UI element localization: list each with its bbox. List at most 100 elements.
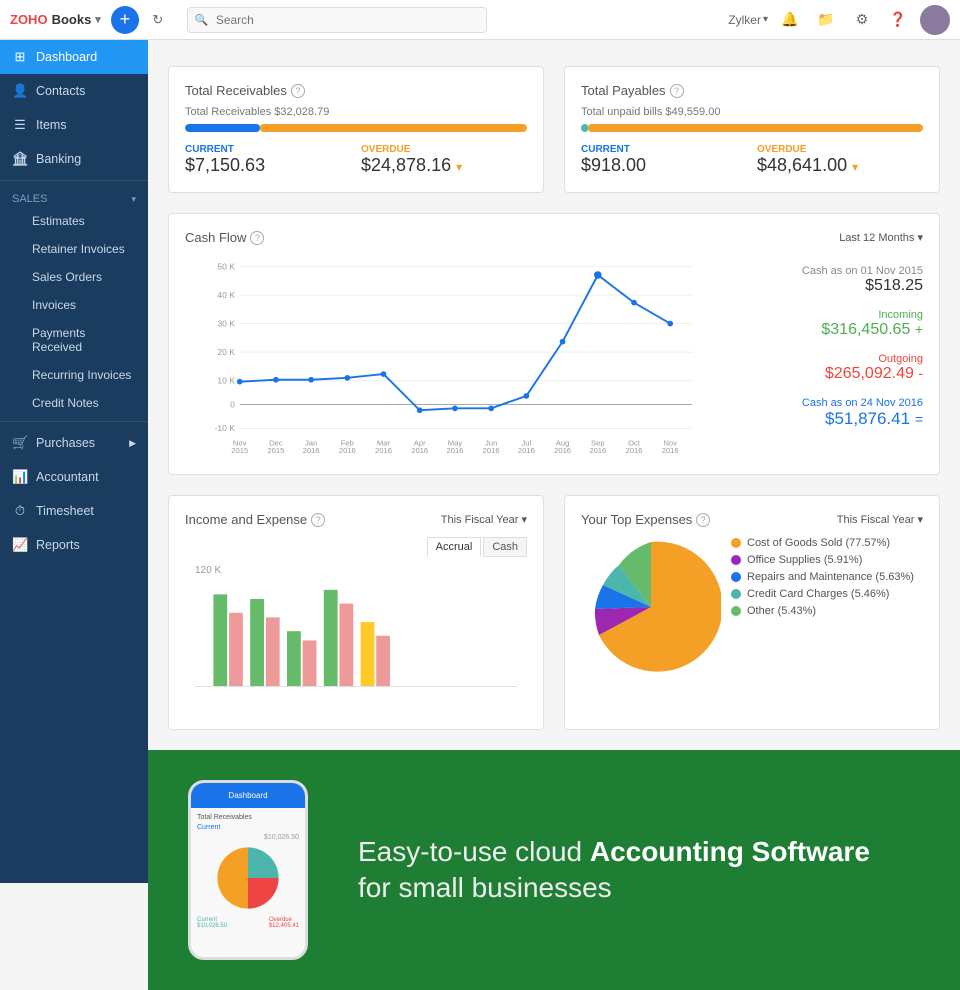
sidebar-item-estimates[interactable]: Estimates [20,207,148,235]
sales-section-header[interactable]: Sales ▾ [0,185,148,207]
legend-label-2: Repairs and Maintenance (5.63%) [747,571,914,583]
search-container: 🔍 [187,7,487,33]
sidebar-item-retainer-invoices[interactable]: Retainer Invoices [20,235,148,263]
svg-text:2016: 2016 [518,446,535,455]
svg-text:2015: 2015 [231,446,248,455]
receivables-progress-current [185,124,260,132]
user-label[interactable]: Zylker ▾ [728,6,768,34]
avatar[interactable] [920,5,950,35]
cashflow-filter-arrow: ▾ [917,232,923,244]
help-icon[interactable]: ❓ [884,6,912,34]
cashflow-outgoing-label: Outgoing [743,353,923,365]
sidebar-item-label: Accountant [36,470,99,484]
cashflow-card: Cash Flow ? Last 12 Months ▾ 50 K 40 K 3… [168,213,940,475]
sidebar-item-contacts[interactable]: 👤 Contacts [0,74,148,108]
cashflow-final: Cash as on 24 Nov 2016 $51,876.41 = [743,397,923,429]
receivables-overdue-label: OVERDUE [361,144,527,155]
promo-line2: for small businesses [358,872,870,904]
cashflow-final-value: $51,876.41 = [743,409,923,429]
sidebar: ⊞ Dashboard 👤 Contacts ☰ Items 🏦 Banking… [0,40,148,883]
sidebar-item-accountant[interactable]: 📊 Accountant [0,460,148,494]
svg-text:2016: 2016 [339,446,356,455]
refresh-icon[interactable]: ↻ [144,6,172,34]
dashboard-icon: ⊞ [12,49,28,65]
sidebar-item-dashboard[interactable]: ⊞ Dashboard [0,40,148,74]
estimates-label: Estimates [32,214,85,228]
income-expense-svg [195,580,517,710]
payables-overdue-value: $48,641.00 ▾ [757,155,923,176]
cashflow-opening-value: $518.25 [743,277,923,295]
receivables-metrics: CURRENT $7,150.63 OVERDUE $24,878.16 ▾ [185,144,527,176]
legend-label-1: Office Supplies (5.91%) [747,554,862,566]
reports-icon: 📈 [12,537,28,553]
cashflow-body: 50 K 40 K 30 K 20 K 10 K 0 -10 K [185,255,923,458]
receivables-overdue: OVERDUE $24,878.16 ▾ [361,144,527,176]
top-expenses-pie [581,537,721,677]
purchases-arrow: ▶ [129,438,136,449]
cashflow-filter[interactable]: Last 12 Months ▾ [839,231,923,244]
payables-overdue-arrow[interactable]: ▾ [852,160,858,174]
top-nav: ZOHO Books ▾ + ↻ 🔍 Zylker ▾ 🔔 📁 ⚙ ❓ [0,0,960,40]
sidebar-item-credit-notes[interactable]: Credit Notes [20,389,148,417]
cashflow-opening: Cash as on 01 Nov 2015 $518.25 [743,265,923,295]
phone-mockup: Dashboard Total Receivables Current $10,… [188,780,328,960]
payables-info-icon[interactable]: ? [670,84,684,98]
settings-icon[interactable]: ⚙ [848,6,876,34]
legend-dot-2 [731,572,741,582]
svg-text:2016: 2016 [589,446,606,455]
cashflow-final-label: Cash as on 24 Nov 2016 [743,397,923,409]
legend-dot-4 [731,606,741,616]
payables-progress [581,124,923,132]
top-expenses-filter-arrow: ▾ [917,514,923,526]
receivables-progress-overdue [260,124,527,132]
sidebar-item-label: Reports [36,538,80,552]
promo-line1-bold: Accounting Software [590,836,870,867]
receivables-info-icon[interactable]: ? [291,84,305,98]
svg-text:2016: 2016 [626,446,643,455]
income-expense-filter[interactable]: This Fiscal Year ▾ [441,513,527,526]
sidebar-item-payments-received[interactable]: Payments Received [20,319,148,361]
payables-current-value: $918.00 [581,155,747,176]
app-dropdown-icon[interactable]: ▾ [95,13,101,26]
cashflow-info-icon[interactable]: ? [250,231,264,245]
svg-text:40 K: 40 K [217,290,235,300]
top-expenses-info-icon[interactable]: ? [696,513,710,527]
payables-progress-overdue [588,124,923,132]
tab-cash[interactable]: Cash [483,537,527,557]
receivables-subtitle: Total Receivables $32,028.79 [185,106,527,118]
sidebar-item-label: Purchases [36,436,95,450]
sidebar-item-banking[interactable]: 🏦 Banking [0,142,148,176]
sidebar-item-items[interactable]: ☰ Items [0,108,148,142]
payables-overdue-label: OVERDUE [757,144,923,155]
app-logo[interactable]: ZOHO Books ▾ [10,12,101,27]
add-button[interactable]: + [111,6,139,34]
top-expenses-filter[interactable]: This Fiscal Year ▾ [837,513,923,526]
sidebar-item-sales-orders[interactable]: Sales Orders [20,263,148,291]
sidebar-item-reports[interactable]: 📈 Reports [0,528,148,562]
total-receivables-card: Total Receivables ? Total Receivables $3… [168,66,544,193]
folder-icon[interactable]: 📁 [812,6,840,34]
sales-section-arrow: ▾ [131,194,136,205]
receivables-overdue-arrow[interactable]: ▾ [456,160,462,174]
promo-text: Easy-to-use cloud Accounting Software fo… [358,836,870,904]
sidebar-item-recurring-invoices[interactable]: Recurring Invoices [20,361,148,389]
top-nav-right: Zylker ▾ 🔔 📁 ⚙ ❓ [728,5,950,35]
sidebar-item-timesheet[interactable]: ⏱ Timesheet [0,494,148,528]
cashflow-svg: 50 K 40 K 30 K 20 K 10 K 0 -10 K [185,255,723,455]
income-expense-info-icon[interactable]: ? [311,513,325,527]
search-input[interactable] [187,7,487,33]
tab-accrual[interactable]: Accrual [427,537,482,557]
promo-line1-normal: Easy-to-use cloud [358,836,590,867]
bell-icon[interactable]: 🔔 [776,6,804,34]
sidebar-item-invoices[interactable]: Invoices [20,291,148,319]
sales-section-label: Sales [12,193,47,205]
svg-text:2016: 2016 [483,446,500,455]
legend-dot-3 [731,589,741,599]
credit-notes-label: Credit Notes [32,396,99,410]
top-expenses-card: Your Top Expenses ? This Fiscal Year ▾ [564,495,940,730]
sidebar-item-purchases[interactable]: 🛒 Purchases ▶ [0,426,148,460]
search-icon: 🔍 [195,13,209,26]
total-payables-card: Total Payables ? Total unpaid bills $49,… [564,66,940,193]
legend-item-1: Office Supplies (5.91%) [731,554,914,566]
sidebar-item-label: Banking [36,152,81,166]
